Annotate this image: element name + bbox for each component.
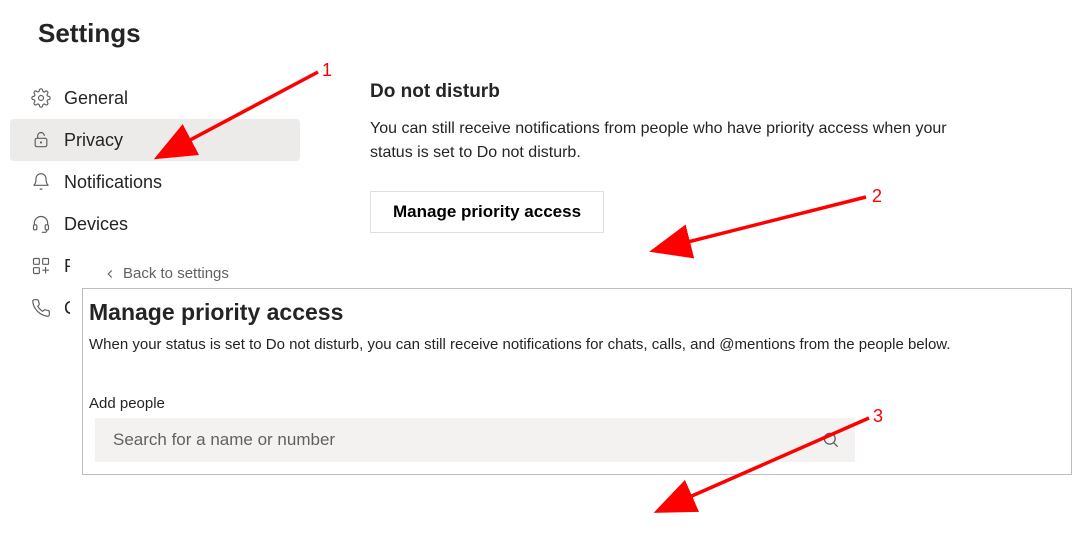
sidebar-item-notifications[interactable]: Notifications	[10, 161, 300, 203]
search-people-field[interactable]	[95, 418, 855, 462]
bell-icon	[30, 171, 52, 193]
annotation-1: 1	[322, 60, 332, 81]
annotation-2: 2	[872, 186, 882, 207]
apps-icon	[30, 255, 52, 277]
sidebar-item-label: Devices	[64, 214, 128, 235]
search-input[interactable]	[113, 430, 821, 450]
sidebar-item-label: Privacy	[64, 130, 123, 151]
sidebar-item-label: General	[64, 88, 128, 109]
gear-icon	[30, 87, 52, 109]
sidebar-item-label: Ca	[64, 298, 70, 319]
dnd-desc: You can still receive notifications from…	[370, 117, 970, 165]
panel-desc: When your status is set to Do not distur…	[89, 334, 1065, 355]
sidebar-item-devices[interactable]: Devices	[10, 203, 300, 245]
phone-icon	[30, 297, 52, 319]
sidebar-item-privacy[interactable]: Privacy	[10, 119, 300, 161]
lock-icon	[30, 129, 52, 151]
dnd-title: Do not disturb	[370, 81, 1060, 103]
page-title: Settings	[0, 0, 1080, 49]
priority-access-panel: Back to settings Manage priority access …	[82, 288, 1072, 475]
sidebar-item-label: Notifications	[64, 172, 162, 193]
panel-title: Manage priority access	[89, 299, 1065, 326]
sidebar-item-permissions[interactable]: Pe	[10, 245, 70, 287]
sidebar-item-general[interactable]: General	[10, 77, 300, 119]
annotation-3: 3	[873, 406, 883, 427]
sidebar-item-label: Pe	[64, 256, 70, 277]
headset-icon	[30, 213, 52, 235]
back-to-settings-link[interactable]: Back to settings	[83, 255, 229, 288]
add-people-label: Add people	[89, 395, 1065, 412]
sidebar-item-calls[interactable]: Ca	[10, 287, 70, 329]
back-label: Back to settings	[123, 265, 229, 282]
manage-priority-access-button[interactable]: Manage priority access	[370, 191, 604, 233]
search-icon	[821, 430, 841, 450]
chevron-left-icon	[103, 267, 117, 281]
